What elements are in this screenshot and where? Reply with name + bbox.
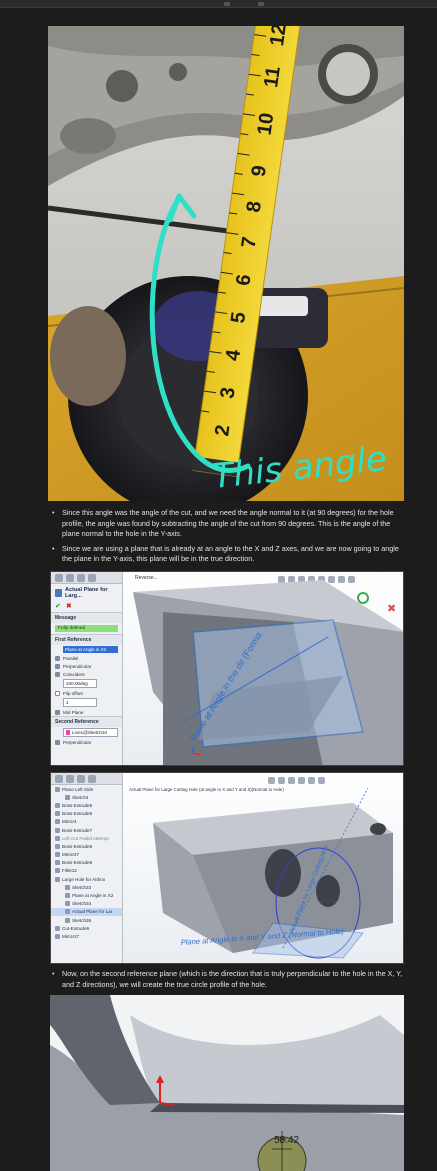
tree-item[interactable]: Mirror27: [51, 851, 122, 859]
tree-item[interactable]: Mirror4: [51, 818, 122, 826]
config-manager-icon[interactable]: [77, 774, 85, 783]
cad-screenshot-plane-properties: Actual Plane for Larg... ✔ ✖ Message Ful…: [50, 571, 404, 766]
ok-check-icon[interactable]: ✔: [55, 602, 61, 610]
appearance-icon[interactable]: [88, 573, 96, 582]
cad-screenshot-feature-tree: Plane Left Side Sketch4 Boss-Extrude5 Bo…: [50, 772, 404, 964]
cad-screenshot-hole-profile: 58.42: [50, 995, 404, 1171]
option-parallel[interactable]: Parallel: [51, 654, 122, 662]
tree-item-selected[interactable]: Actual Plane for Lar: [51, 907, 122, 916]
top-bar-marker: [224, 2, 230, 6]
tree-item[interactable]: Plane at Angle in X2: [51, 891, 122, 899]
appearance-icon[interactable]: [88, 774, 96, 783]
tape-number: 11: [260, 65, 285, 89]
second-reference-selection[interactable]: Line1@Sketch34: [63, 728, 118, 738]
top-bar: [0, 0, 437, 8]
cancel-x-icon[interactable]: ✖: [66, 602, 72, 610]
tree-item[interactable]: Sketch4: [51, 793, 122, 801]
tree-item[interactable]: Sketch33: [51, 883, 122, 891]
bullet-item: Since this angle was the angle of the cu…: [48, 508, 404, 540]
tree-item[interactable]: Cut-Extrude9: [51, 924, 122, 932]
coincident-icon: [55, 672, 60, 677]
second-reference-header[interactable]: Second Reference: [51, 716, 122, 727]
bullet-list-top: Since this angle was the angle of the cu…: [48, 508, 404, 569]
tree-item[interactable]: Mirror27: [51, 932, 122, 940]
property-manager: Actual Plane for Larg... ✔ ✖ Message Ful…: [51, 572, 123, 765]
option-perpendicular-2[interactable]: Perpendicular: [51, 738, 122, 746]
tree-item[interactable]: Boss-Extrude7: [51, 826, 122, 834]
tape-measure-photo: 12 11 10 9 8 7 6 5 4 3 2 This angle: [48, 26, 404, 501]
mid-plane-icon: [55, 710, 60, 715]
confirm-check-icon: [357, 592, 369, 604]
tree-item[interactable]: Large Hole for Airbox: [51, 875, 122, 883]
panel-toolbar: [51, 572, 122, 584]
first-reference-header[interactable]: First Reference: [51, 634, 122, 645]
photo-illustration: 12 11 10 9 8 7 6 5 4 3 2 This angle: [48, 26, 404, 501]
hole-model-graphic: Plane at Angle in X and Y and Z (Normal …: [153, 787, 393, 959]
graphics-viewport[interactable]: Actual Plane for Large Cutting Hole (at …: [123, 773, 403, 963]
checkbox-icon: [55, 691, 60, 696]
tape-number: 10: [253, 111, 278, 136]
first-reference-selection[interactable]: Plane at Angle in X2: [63, 646, 118, 653]
option-coincident[interactable]: Coincident: [51, 670, 122, 678]
property-manager-icon[interactable]: [66, 573, 74, 582]
feature-manager-tree: Plane Left Side Sketch4 Boss-Extrude5 Bo…: [51, 773, 123, 963]
plane-icon: [55, 589, 62, 597]
mid-plane-option[interactable]: Mid Plane: [51, 708, 122, 716]
graphics-viewport[interactable]: Reverse... Plane at Angle in the dir (Fo…: [123, 572, 403, 765]
ok-cancel-bar: ✔ ✖: [51, 602, 122, 612]
status-message: Fully defined: [55, 625, 118, 632]
cancel-corner-icon: ✖: [387, 603, 396, 615]
tree-item[interactable]: Plane Left Side: [51, 785, 122, 793]
tree-item[interactable]: Boss-Extrude9: [51, 859, 122, 867]
dimension-value[interactable]: 58.42: [274, 1135, 299, 1146]
tree-toolbar: [51, 773, 122, 785]
bullet-item: Now, on the second reference plane (whic…: [48, 969, 404, 990]
top-bar-marker: [258, 2, 264, 6]
message-header[interactable]: Message: [51, 612, 122, 623]
option-perpendicular[interactable]: Perpendicular: [51, 662, 122, 670]
perpendicular-icon: [55, 740, 60, 746]
tree-item[interactable]: Fillet12: [51, 867, 122, 875]
property-manager-icon[interactable]: [66, 774, 74, 783]
config-manager-icon[interactable]: [77, 573, 85, 582]
angle-input[interactable]: 340.00deg: [63, 679, 97, 688]
count-input[interactable]: 1: [63, 698, 97, 707]
tape-number: 12: [266, 26, 291, 47]
tree-item[interactable]: Sketch34: [51, 900, 122, 908]
tree-item[interactable]: Left Cut Failed Attempt: [51, 834, 122, 842]
tree-item[interactable]: Sketch36: [51, 916, 122, 924]
panel-title: Actual Plane for Larg...: [51, 584, 122, 602]
feature-tree-icon[interactable]: [55, 774, 63, 783]
perpendicular-icon: [55, 664, 60, 669]
profile-model-graphic: [50, 995, 404, 1171]
plane-model-graphic: Plane at Angle in the dir (Forma ✖: [133, 580, 403, 765]
bullet-list-bottom: Now, on the second reference plane (whic…: [48, 969, 404, 994]
bullet-item: Since we are using a plane that is alrea…: [48, 544, 404, 565]
flip-offset-checkbox[interactable]: Flip offset: [51, 689, 122, 697]
feature-tree-icon[interactable]: [55, 573, 63, 582]
tree-item[interactable]: Boss-Extrude8: [51, 842, 122, 850]
tree-item[interactable]: Boss-Extrude5: [51, 801, 122, 809]
tree-item[interactable]: Boss-Extrude6: [51, 810, 122, 818]
parallel-icon: [55, 656, 60, 661]
